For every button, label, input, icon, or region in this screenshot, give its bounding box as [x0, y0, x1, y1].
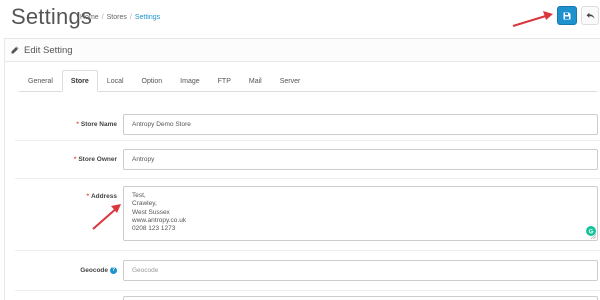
address-line: West Sussex	[132, 208, 170, 216]
form-row-geocode: Geocode? Geocode	[15, 251, 600, 291]
geocode-label: Geocode?	[80, 267, 117, 275]
page-header: Settings Home / Stores / Settings	[0, 0, 600, 34]
breadcrumb-settings[interactable]: Settings	[135, 14, 160, 21]
address-line: 0208 123 1273	[132, 225, 176, 233]
tab-image[interactable]: Image	[171, 70, 208, 92]
panel-heading-title: Edit Setting	[24, 44, 73, 56]
form-row-store-owner: * Store Owner Antropy	[15, 141, 600, 179]
breadcrumb-home[interactable]: Home	[80, 14, 99, 21]
breadcrumb-separator: /	[101, 14, 104, 21]
settings-tabs: General Store Local Option Image FTP Mai…	[19, 70, 597, 92]
address-textarea[interactable]: Test, Crawley, West Sussex www.antropy.c…	[123, 186, 598, 241]
next-input[interactable]	[123, 296, 598, 300]
tab-server[interactable]: Server	[271, 70, 310, 92]
required-asterisk: *	[76, 121, 79, 128]
tab-option[interactable]: Option	[133, 70, 172, 92]
address-line: www.antropy.co.uk	[132, 216, 187, 224]
save-icon	[563, 12, 571, 19]
breadcrumb-separator: /	[129, 14, 132, 21]
edit-setting-panel: Edit Setting General Store Local Option …	[4, 38, 600, 300]
form-row-store-name: * Store Name Antropy Demo Store	[15, 108, 600, 141]
save-button[interactable]	[557, 6, 577, 25]
form-row-address: * Address Test, Crawley, West Sussex www.…	[15, 179, 600, 251]
required-asterisk: *	[73, 156, 77, 163]
address-line: Crawley,	[132, 200, 157, 208]
back-button[interactable]	[581, 6, 599, 25]
pencil-icon	[11, 46, 19, 54]
tab-local[interactable]: Local	[98, 70, 133, 92]
panel-heading: Edit Setting	[5, 39, 600, 62]
store-name-input[interactable]: Antropy Demo Store	[123, 114, 598, 135]
help-icon[interactable]: ?	[110, 267, 117, 274]
form-row-next	[15, 291, 600, 300]
store-owner-input[interactable]: Antropy	[123, 149, 598, 170]
address-line: Test,	[132, 192, 146, 199]
tab-ftp[interactable]: FTP	[209, 70, 240, 92]
breadcrumb: Home / Stores / Settings	[80, 14, 160, 21]
resize-handle-icon[interactable]	[591, 234, 596, 239]
tab-store[interactable]: Store	[61, 70, 98, 92]
required-asterisk: *	[86, 193, 89, 200]
tab-general[interactable]: General	[19, 70, 62, 92]
store-owner-label: * Store Owner	[73, 156, 117, 163]
address-label: * Address	[86, 193, 117, 200]
geocode-input[interactable]: Geocode	[123, 260, 598, 281]
tab-mail[interactable]: Mail	[240, 70, 271, 92]
reply-icon	[586, 12, 594, 19]
store-name-label: * Store Name	[76, 121, 117, 128]
breadcrumb-stores[interactable]: Stores	[107, 14, 127, 21]
